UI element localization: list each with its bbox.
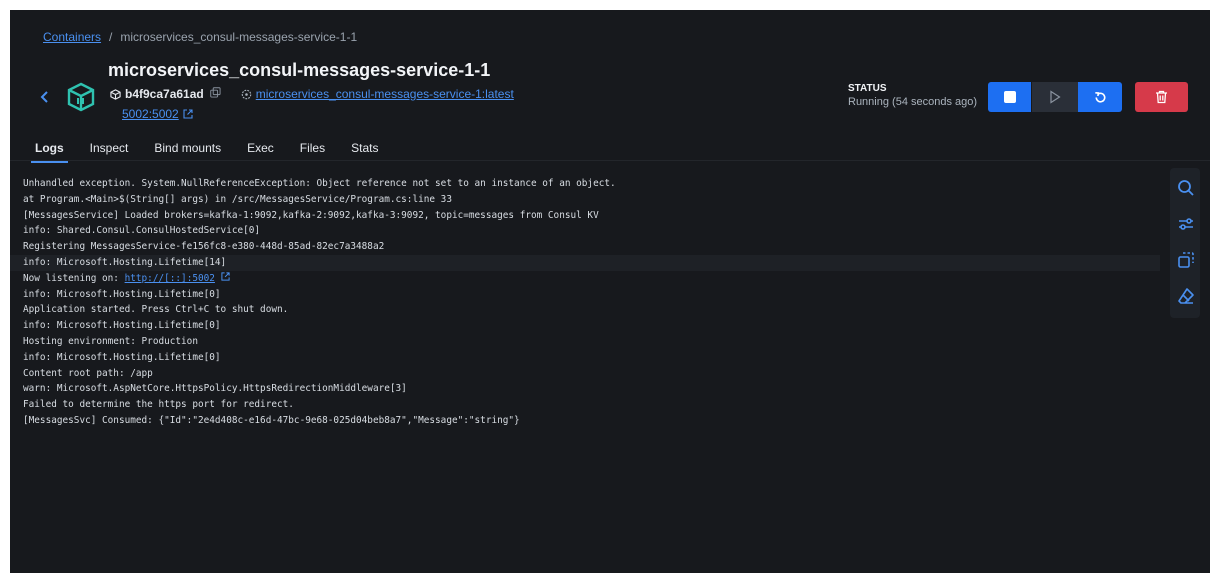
log-line: info: Shared.Consul.ConsulHostedService[… [23, 225, 261, 237]
log-line: Content root path: /app [23, 367, 153, 379]
stop-button[interactable] [988, 82, 1031, 112]
clear-logs-button[interactable] [1176, 286, 1196, 306]
external-link-icon [183, 109, 193, 119]
image-link[interactable]: microservices_consul-messages-service-1:… [256, 87, 514, 101]
log-line-highlighted: info: Microsoft.Hosting.Lifetime[14] [10, 254, 1160, 271]
copy-logs-button[interactable] [1176, 250, 1196, 270]
chevron-left-icon [40, 91, 48, 103]
copy-id-button[interactable] [210, 87, 221, 101]
container-name: microservices_consul-messages-service-1-… [108, 60, 491, 80]
log-toolbar [1170, 168, 1200, 318]
status-label: STATUS [848, 83, 887, 94]
log-line: Registering MessagesService-fe156fc8-e38… [23, 241, 385, 253]
image-icon [241, 89, 252, 99]
container-detail-view: Containers / microservices_consul-messag… [10, 10, 1210, 573]
play-icon [1050, 90, 1061, 104]
status-value: Running (54 seconds ago) [848, 96, 978, 108]
port-text: 5002:5002 [122, 107, 179, 121]
log-line: Application started. Press Ctrl+C to shu… [23, 304, 289, 316]
breadcrumb-containers-link[interactable]: Containers [43, 30, 101, 44]
container-id-text: b4f9ca7a61ad [125, 87, 204, 101]
container-icon [66, 82, 96, 112]
log-line: [MessagesSvc] Consumed: {"Id":"2e4d408c-… [23, 414, 520, 426]
log-line: Unhandled exception. System.NullReferenc… [23, 178, 616, 189]
breadcrumb-current: microservices_consul-messages-service-1-… [120, 30, 358, 44]
port-link[interactable]: 5002:5002 [122, 107, 193, 121]
start-button[interactable] [1032, 82, 1078, 112]
log-output[interactable]: Unhandled exception. System.NullReferenc… [10, 176, 1160, 429]
listening-url-link[interactable]: http://[::]:5002 [125, 273, 215, 284]
search-logs-button[interactable] [1176, 178, 1196, 198]
breadcrumb: Containers / microservices_consul-messag… [43, 30, 357, 44]
log-line: Failed to determine the https port for r… [23, 399, 294, 411]
log-line: Now listening on: http://[::]:5002 [10, 271, 1160, 287]
container-image: microservices_consul-messages-service-1:… [241, 87, 514, 101]
back-button[interactable] [38, 90, 52, 104]
log-line: info: Microsoft.Hosting.Lifetime[0] [23, 288, 221, 300]
tab-divider [10, 160, 1210, 161]
restart-button[interactable] [1078, 82, 1122, 112]
log-line: [MessagesService] Loaded brokers=kafka-1… [23, 209, 599, 221]
trash-icon [1156, 90, 1167, 104]
filter-logs-button[interactable] [1176, 214, 1196, 234]
copy-logs-icon [1178, 252, 1194, 268]
search-icon [1178, 180, 1194, 196]
eraser-icon [1178, 288, 1194, 304]
status-block: STATUS Running (54 seconds ago) [848, 83, 977, 108]
filter-icon [1179, 218, 1193, 230]
container-meta: b4f9ca7a61ad microservices_consul-messag… [110, 87, 514, 101]
log-line: info: Microsoft.Hosting.Lifetime[0] [23, 351, 221, 363]
log-line: at Program.<Main>$(String[] args) in /sr… [23, 193, 452, 205]
container-id: b4f9ca7a61ad [110, 87, 204, 101]
external-link-icon [220, 272, 230, 281]
log-line: Hosting environment: Production [23, 335, 198, 347]
stop-icon [1003, 91, 1016, 103]
log-line: warn: Microsoft.AspNetCore.HttpsPolicy.H… [23, 383, 407, 395]
restart-icon [1094, 91, 1106, 103]
cube-icon [110, 88, 121, 100]
log-line-prefix: Now listening on: [23, 272, 125, 284]
breadcrumb-separator: / [109, 30, 113, 44]
log-line: info: Microsoft.Hosting.Lifetime[0] [23, 320, 221, 332]
delete-button[interactable] [1135, 82, 1188, 112]
copy-icon [210, 87, 221, 98]
